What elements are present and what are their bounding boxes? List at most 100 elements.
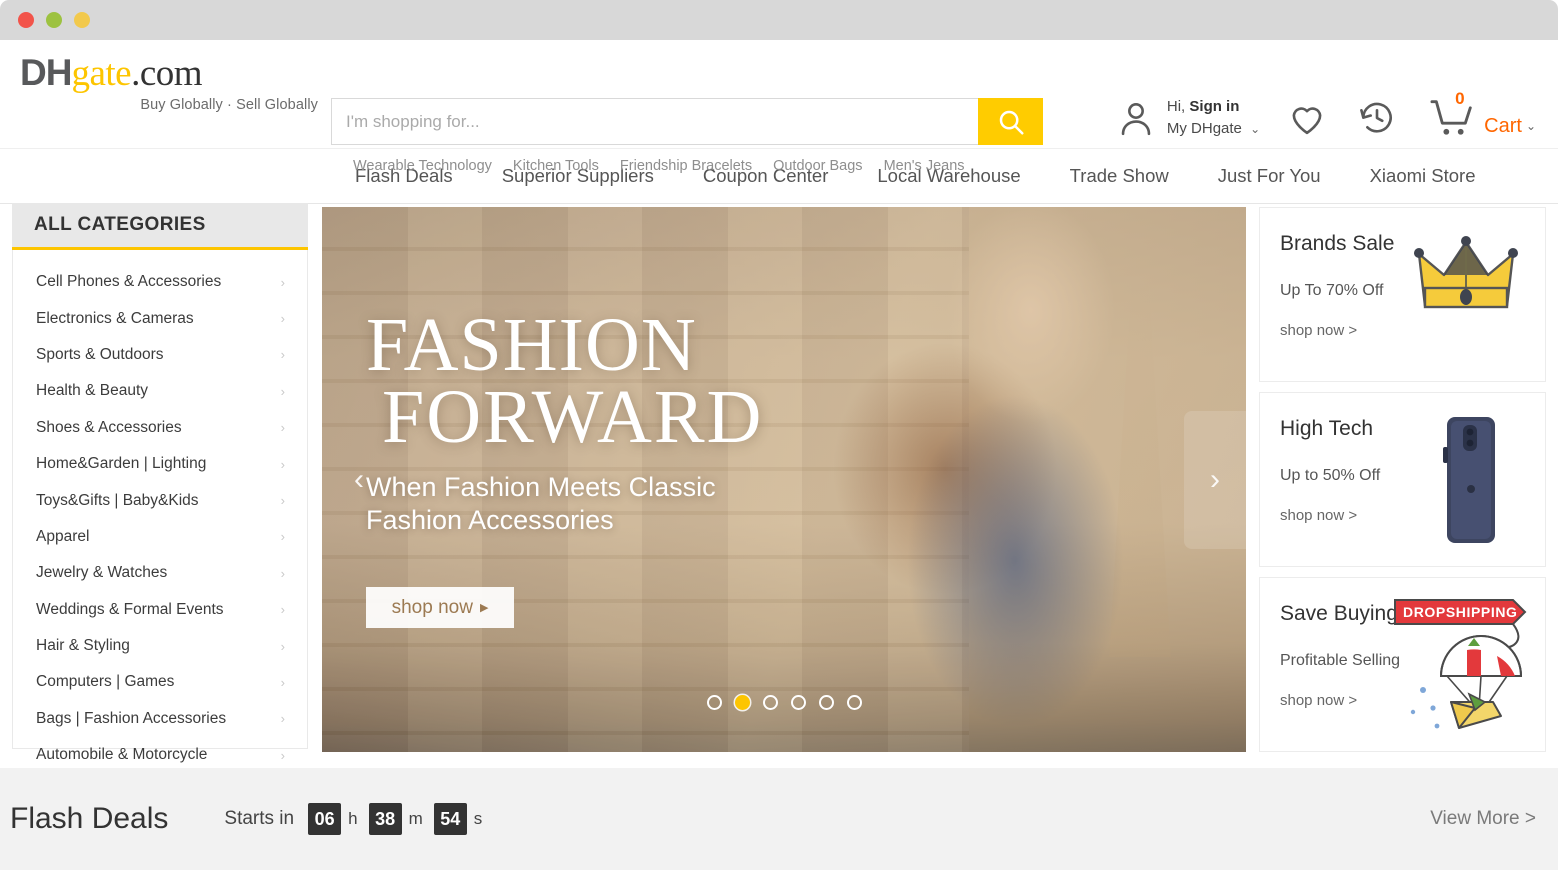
carousel-dot-3[interactable] xyxy=(762,695,778,710)
countdown-seconds-unit: s xyxy=(473,809,483,828)
window-close-button[interactable] xyxy=(18,12,34,28)
sidebar-item-bags[interactable]: Bags | Fashion Accessories › xyxy=(13,701,307,737)
my-account-label: My DHgate xyxy=(1166,120,1242,137)
page-root: DHgate.com Buy Globally · Sell Globally … xyxy=(0,40,1558,870)
sidebar-item-jewelry-watches[interactable]: Jewelry & Watches › xyxy=(13,555,307,591)
wishlist-button[interactable] xyxy=(1286,97,1328,139)
logo-wordmark: DHgate.com xyxy=(20,54,320,92)
flash-starts-in-label: Starts in xyxy=(224,808,295,829)
chevron-right-icon: › xyxy=(280,347,285,363)
chevron-right-icon: › xyxy=(280,711,285,727)
sidebar-item-label: Computers | Games xyxy=(36,673,175,691)
sidebar-item-electronics[interactable]: Electronics & Cameras › xyxy=(13,300,307,336)
promo-card-high-tech[interactable]: High Tech Up to 50% Off shop now > xyxy=(1259,392,1546,567)
keyword-link-1[interactable]: Kitchen Tools xyxy=(513,158,599,174)
chevron-right-icon: › xyxy=(280,274,285,290)
view-more-link[interactable]: View More > xyxy=(1430,808,1536,830)
chevron-right-icon: › xyxy=(280,456,285,472)
countdown-minutes: 38 xyxy=(368,803,402,835)
window-zoom-button[interactable] xyxy=(74,12,90,28)
header-account-cluster: Hi, Sign in My DHgate ⌄ 0 Cart ⌄ xyxy=(1115,89,1536,141)
chevron-right-icon: › xyxy=(280,638,285,654)
category-list: Cell Phones & Accessories › Electronics … xyxy=(13,250,307,810)
account-menu[interactable]: Hi, Sign in My DHgate ⌄ xyxy=(1115,96,1260,140)
cart-icon xyxy=(1430,100,1472,135)
sidebar-item-apparel[interactable]: Apparel › xyxy=(13,519,307,555)
sidebar-item-toys-gifts[interactable]: Toys&Gifts | Baby&Kids › xyxy=(13,482,307,518)
hero-cta-label: shop now xyxy=(391,596,473,618)
carousel-dot-2[interactable] xyxy=(734,695,750,710)
sidebar-item-health-beauty[interactable]: Health & Beauty › xyxy=(13,373,307,409)
dropshipping-badge-text: DROPSHIPPING xyxy=(1403,604,1518,620)
window-minimize-button[interactable] xyxy=(46,12,62,28)
nav-item-just-for-you[interactable]: Just For You xyxy=(1218,165,1321,187)
cart-label: Cart xyxy=(1484,115,1522,137)
keyword-link-2[interactable]: Friendship Bracelets xyxy=(620,158,752,174)
sidebar-item-weddings[interactable]: Weddings & Formal Events › xyxy=(13,592,307,628)
crown-icon xyxy=(1411,228,1531,363)
my-account-line[interactable]: My DHgate ⌄ xyxy=(1167,118,1260,140)
sidebar-item-home-garden[interactable]: Home&Garden | Lighting › xyxy=(13,446,307,482)
promo-card-save-buying[interactable]: Save Buying Profitable Selling shop now … xyxy=(1259,577,1546,752)
sidebar-item-shoes[interactable]: Shoes & Accessories › xyxy=(13,410,307,446)
sidebar-item-cell-phones[interactable]: Cell Phones & Accessories › xyxy=(13,264,307,300)
countdown-hours-unit: h xyxy=(348,809,358,828)
sidebar-item-label: Automobile & Motorcycle xyxy=(36,746,208,764)
countdown-minutes-unit: m xyxy=(408,809,423,828)
search-input[interactable] xyxy=(331,98,978,145)
keyword-link-0[interactable]: Wearable Technology xyxy=(353,158,492,174)
cart-chevron-down-icon: ⌄ xyxy=(1525,119,1536,133)
nav-item-xiaomi-store[interactable]: Xiaomi Store xyxy=(1370,165,1476,187)
countdown-hours: 06 xyxy=(308,803,342,835)
browsing-history-button[interactable] xyxy=(1356,97,1398,139)
promo-card-brands-sale[interactable]: Brands Sale Up To 70% Off shop now > xyxy=(1259,207,1546,382)
category-sidebar: ALL CATEGORIES Cell Phones & Accessories… xyxy=(12,203,308,800)
sidebar-item-label: Cell Phones & Accessories xyxy=(36,273,222,291)
promo-card-column: Brands Sale Up To 70% Off shop now > Hig… xyxy=(1259,207,1546,762)
hero-subtitle: When Fashion Meets Classic Fashion Acces… xyxy=(366,471,926,537)
flash-deals-bar: Flash Deals Starts in 06 h 38 m 54 s Vie… xyxy=(0,768,1558,870)
sign-in-link[interactable]: Sign in xyxy=(1189,98,1239,115)
sidebar-item-label: Electronics & Cameras xyxy=(36,309,194,327)
sidebar-item-sports[interactable]: Sports & Outdoors › xyxy=(13,337,307,373)
sidebar-item-label: Apparel xyxy=(36,527,90,545)
sidebar-item-hair-styling[interactable]: Hair & Styling › xyxy=(13,628,307,664)
user-icon xyxy=(1121,103,1151,136)
search-button[interactable] xyxy=(978,98,1043,145)
chevron-right-icon: › xyxy=(280,493,285,509)
sidebar-item-computers-games[interactable]: Computers | Games › xyxy=(13,664,307,700)
logo-com-text: .com xyxy=(131,53,203,94)
chevron-right-icon: › xyxy=(280,420,285,436)
carousel-dot-6[interactable] xyxy=(846,695,862,710)
logo-gate-text: gate xyxy=(71,53,132,94)
nav-item-trade-show[interactable]: Trade Show xyxy=(1070,165,1169,187)
carousel-dot-5[interactable] xyxy=(818,695,834,710)
chevron-right-icon: › xyxy=(280,311,285,327)
dropshipping-parachute-icon: DROPSHIPPING xyxy=(1389,590,1539,729)
heart-icon xyxy=(1292,107,1322,135)
play-triangle-icon: ▶ xyxy=(479,602,489,615)
keyword-link-3[interactable]: Outdoor Bags xyxy=(773,158,862,174)
chevron-right-icon: › xyxy=(280,565,285,581)
history-icon xyxy=(1360,102,1393,133)
carousel-dot-4[interactable] xyxy=(790,695,806,710)
site-logo[interactable]: DHgate.com Buy Globally · Sell Globally xyxy=(20,54,320,113)
sidebar-item-label: Hair & Styling xyxy=(36,637,130,655)
main-content: ALL CATEGORIES Cell Phones & Accessories… xyxy=(0,203,1558,800)
hero-subtitle-line1: When Fashion Meets Classic xyxy=(366,472,716,503)
chevron-right-icon: › xyxy=(280,674,285,690)
cart-button[interactable]: 0 Cart ⌄ xyxy=(1426,89,1536,141)
sidebar-item-label: Sports & Outdoors xyxy=(36,345,164,363)
carousel-dot-1[interactable] xyxy=(706,695,722,710)
hero-shop-now-button[interactable]: shop now ▶ xyxy=(366,587,514,629)
carousel-dots xyxy=(322,695,1246,710)
hero-carousel[interactable]: FASHION FORWARD When Fashion Meets Class… xyxy=(322,207,1246,752)
keyword-link-4[interactable]: Men's Jeans xyxy=(884,158,965,174)
hero-subtitle-line2: Fashion Accessories xyxy=(366,505,614,536)
search-bar xyxy=(331,98,1043,145)
logo-dh-text: DH xyxy=(20,52,72,93)
carousel-prev-button[interactable]: ‹ xyxy=(342,452,376,508)
carousel-next-button[interactable]: › xyxy=(1184,410,1246,549)
window-title-bar xyxy=(0,0,1558,40)
all-categories-heading: ALL CATEGORIES xyxy=(12,203,308,250)
